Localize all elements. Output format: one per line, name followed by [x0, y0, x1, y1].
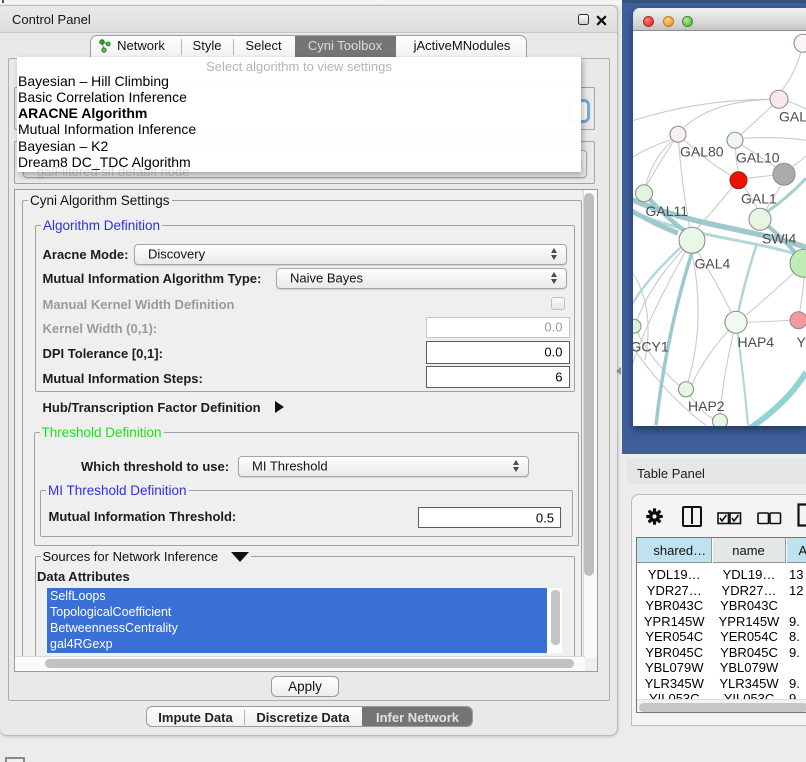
svg-text:GAL7: GAL7 — [779, 108, 806, 124]
svg-text:HAP2: HAP2 — [688, 398, 725, 414]
svg-text:GAL1: GAL1 — [741, 190, 777, 206]
svg-text:GAL80: GAL80 — [680, 143, 724, 159]
svg-text:GAL10: GAL10 — [736, 149, 780, 165]
svg-text:GAL4: GAL4 — [695, 255, 731, 271]
svg-text:HAP4: HAP4 — [738, 334, 775, 350]
svg-text:GCY1: GCY1 — [633, 338, 669, 354]
svg-text:GAL11: GAL11 — [646, 203, 689, 219]
svg-text:SWI4: SWI4 — [762, 230, 796, 246]
svg-text:Y: Y — [797, 334, 806, 350]
